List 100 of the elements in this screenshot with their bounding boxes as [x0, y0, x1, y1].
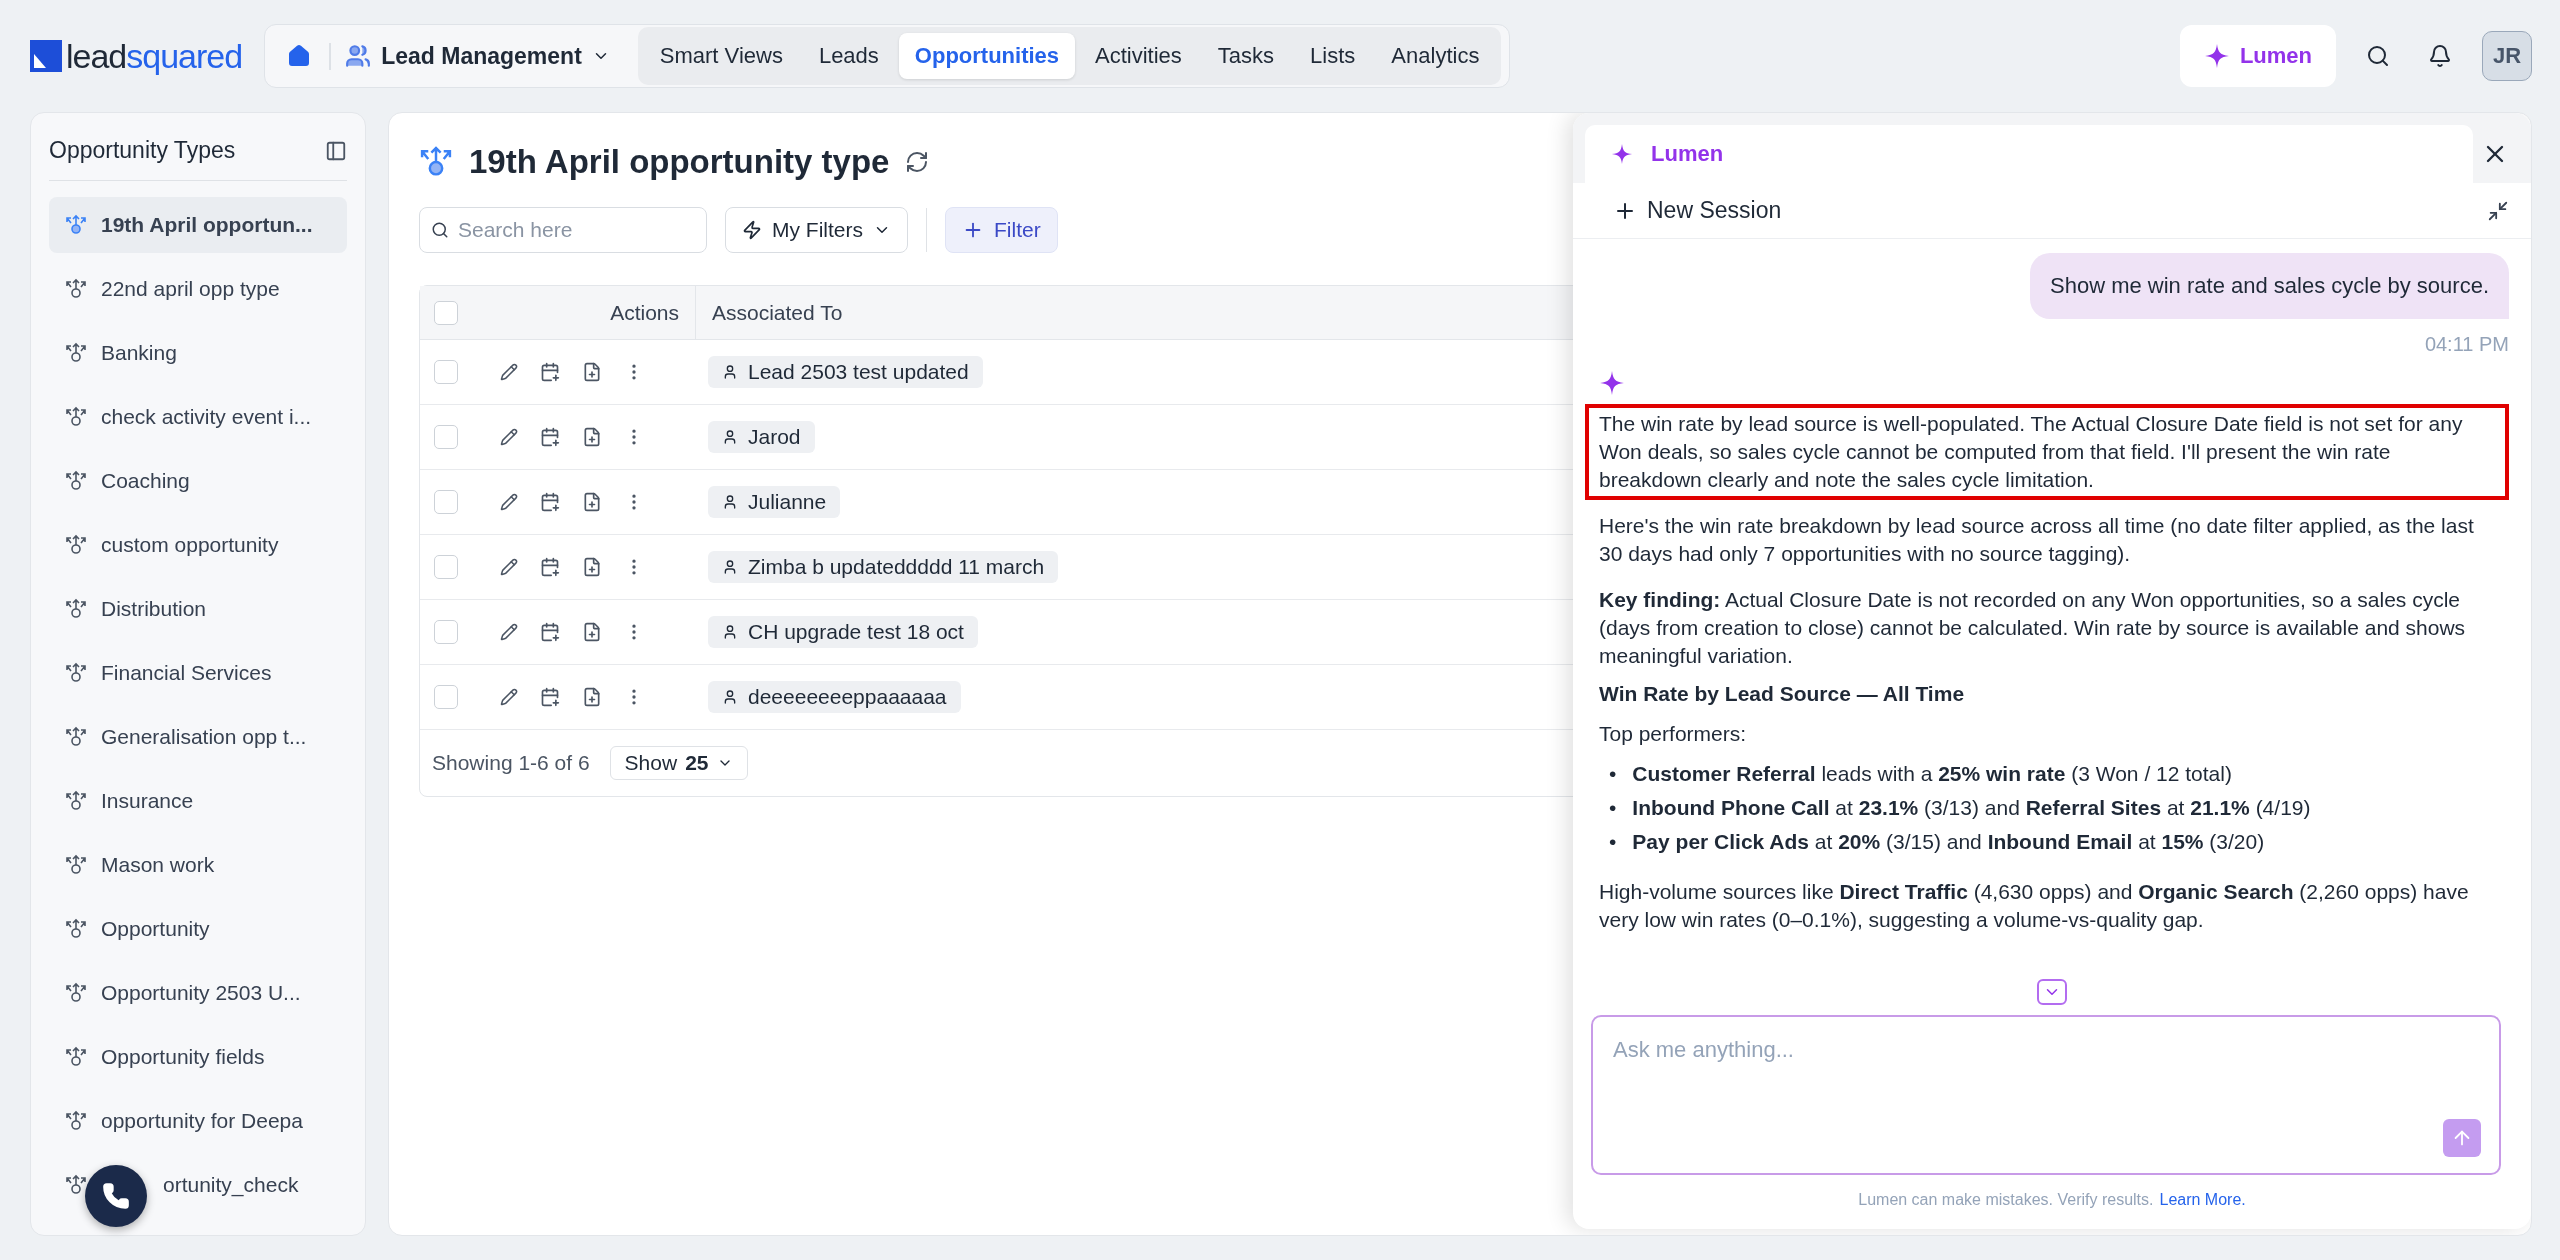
- nav-tab[interactable]: Analytics: [1375, 33, 1496, 79]
- sidebar-item[interactable]: Mason work: [49, 837, 347, 893]
- bullet-marker: •: [1609, 795, 1617, 821]
- disclaimer-text: Lumen can make mistakes. Verify results.: [1858, 1191, 2154, 1209]
- person-icon: [722, 689, 738, 705]
- branch-icon: [65, 982, 87, 1004]
- minimize-icon[interactable]: [2487, 199, 2509, 222]
- sidebar-item[interactable]: Coaching: [49, 453, 347, 509]
- refresh-icon[interactable]: [905, 150, 930, 174]
- lumen-tab[interactable]: Lumen: [1585, 125, 2473, 183]
- my-filters-dropdown[interactable]: My Filters: [725, 207, 908, 253]
- calendar-plus-icon[interactable]: [540, 492, 560, 512]
- sidebar-item[interactable]: Opportunity 2503 U...: [49, 965, 347, 1021]
- nav-tab[interactable]: Opportunities: [898, 33, 1076, 79]
- new-session-button[interactable]: New Session: [1613, 197, 1782, 224]
- row-checkbox[interactable]: [434, 685, 458, 709]
- lead-tag[interactable]: Julianne: [708, 486, 841, 518]
- home-icon[interactable]: [287, 44, 312, 68]
- person-icon: [722, 624, 738, 640]
- pencil-icon[interactable]: [500, 428, 518, 446]
- calendar-plus-icon[interactable]: [540, 427, 560, 447]
- phone-button[interactable]: [85, 1165, 147, 1227]
- file-plus-icon[interactable]: [582, 687, 602, 707]
- branch-icon: [65, 1174, 87, 1196]
- pencil-icon[interactable]: [500, 623, 518, 641]
- row-checkbox[interactable]: [434, 360, 458, 384]
- file-plus-icon[interactable]: [582, 362, 602, 382]
- sidebar-item[interactable]: Opportunity fields: [49, 1029, 347, 1085]
- sidebar-item[interactable]: 19th April opportun...: [49, 197, 347, 253]
- file-plus-icon[interactable]: [582, 622, 602, 642]
- sidebar-item[interactable]: Generalisation opp t...: [49, 709, 347, 765]
- branch-icon: [65, 342, 87, 364]
- calendar-plus-icon[interactable]: [540, 557, 560, 577]
- nav-tab[interactable]: Smart Views: [643, 33, 799, 79]
- reply-heading: Win Rate by Lead Source — All Time: [1598, 682, 1966, 706]
- row-checkbox[interactable]: [434, 490, 458, 514]
- users-icon: [345, 43, 372, 69]
- lead-tag[interactable]: Jarod: [708, 421, 815, 453]
- column-header: Associated To: [711, 299, 844, 326]
- sidebar-item[interactable]: Financial Services: [49, 645, 347, 701]
- branch-icon: [65, 598, 87, 620]
- lead-tag[interactable]: deeeeeeeeppaaaaaa: [708, 681, 961, 713]
- nav-tab[interactable]: Tasks: [1201, 33, 1291, 79]
- user-avatar[interactable]: JR: [2482, 31, 2532, 81]
- row-checkbox[interactable]: [434, 620, 458, 644]
- sidebar-item[interactable]: Insurance: [49, 773, 347, 829]
- calendar-plus-icon[interactable]: [540, 362, 560, 382]
- lead-tag[interactable]: CH upgrade test 18 oct: [708, 616, 978, 648]
- reply-paragraph: The win rate by lead source is well-populated. The Actual Closure Date field is not set for any Won deals, so sales cycle cannot be computed from that field. I'll present the win rate breakdown clearly and note the sales cycle limitation.: [1585, 404, 2509, 500]
- page-title: 19th April opportunity type: [469, 143, 890, 181]
- sidebar-item[interactable]: opportunity for Deepa: [49, 1093, 347, 1149]
- pencil-icon[interactable]: [500, 363, 518, 381]
- branch-icon: [65, 470, 87, 492]
- filter-button[interactable]: Filter: [945, 207, 1058, 253]
- nav-tab[interactable]: Activities: [1079, 33, 1198, 79]
- person-icon: [722, 494, 738, 510]
- file-plus-icon[interactable]: [582, 492, 602, 512]
- pencil-icon[interactable]: [500, 493, 518, 511]
- page-size-dropdown[interactable]: Show 25: [609, 746, 748, 780]
- sidebar-item[interactable]: custom opportunity: [49, 517, 347, 573]
- branch-icon: [65, 790, 87, 812]
- sidebar-item[interactable]: check activity event i...: [49, 389, 347, 445]
- branch-icon: [65, 1110, 87, 1132]
- panel-toggle-icon[interactable]: [325, 139, 347, 162]
- sidebar-item[interactable]: ortunity_check: [49, 1157, 347, 1213]
- sidebar-item[interactable]: 22nd april opp type: [49, 261, 347, 317]
- select-all-checkbox[interactable]: [434, 300, 458, 325]
- calendar-plus-icon[interactable]: [540, 622, 560, 642]
- calendar-plus-icon[interactable]: [540, 687, 560, 707]
- lumen-button[interactable]: Lumen: [2179, 25, 2336, 87]
- person-icon: [722, 559, 738, 575]
- learn-more-link[interactable]: Learn More.: [2159, 1191, 2246, 1209]
- reply-paragraph: Top performers:: [1598, 721, 1748, 747]
- chat-input[interactable]: Ask me anything...: [1591, 1015, 2501, 1175]
- leadsquared-logo: leadsquared: [30, 36, 243, 76]
- file-plus-icon[interactable]: [582, 427, 602, 447]
- branch-icon: [65, 278, 87, 300]
- search-field[interactable]: Search here: [419, 207, 707, 253]
- pencil-icon[interactable]: [500, 558, 518, 576]
- pencil-icon[interactable]: [500, 688, 518, 706]
- sidebar-item[interactable]: Opportunity: [49, 901, 347, 957]
- file-plus-icon[interactable]: [582, 557, 602, 577]
- lead-tag[interactable]: Lead 2503 test updated: [708, 356, 983, 388]
- branch-icon: [65, 534, 87, 556]
- row-checkbox[interactable]: [434, 555, 458, 579]
- scroll-down-button[interactable]: [2037, 979, 2067, 1005]
- bullet-item: Customer Referral leads with a 25% win rate (3 Won / 12 total): [1632, 761, 2232, 787]
- nav-tab[interactable]: Leads: [802, 33, 895, 79]
- column-header: Actions: [480, 286, 696, 339]
- branch-icon: [65, 214, 87, 236]
- person-icon: [722, 364, 738, 380]
- sidebar-item[interactable]: Distribution: [49, 581, 347, 637]
- branch-icon: [65, 1046, 87, 1068]
- bullet-marker: •: [1609, 829, 1617, 855]
- sidebar-item[interactable]: Banking: [49, 325, 347, 381]
- module-switcher[interactable]: Lead Management: [329, 42, 624, 70]
- row-checkbox[interactable]: [434, 425, 458, 449]
- reply-paragraph: Key finding: Actual Closure Date is not recorded on any Won opportunities, so a sales cycle (days from creation to close) cannot be calculated. Win rate by source is available and shows meaningful variation.: [1598, 587, 2467, 669]
- lead-tag[interactable]: Zimba b updateddddd 11 march: [708, 551, 1059, 583]
- nav-tab[interactable]: Lists: [1294, 33, 1372, 79]
